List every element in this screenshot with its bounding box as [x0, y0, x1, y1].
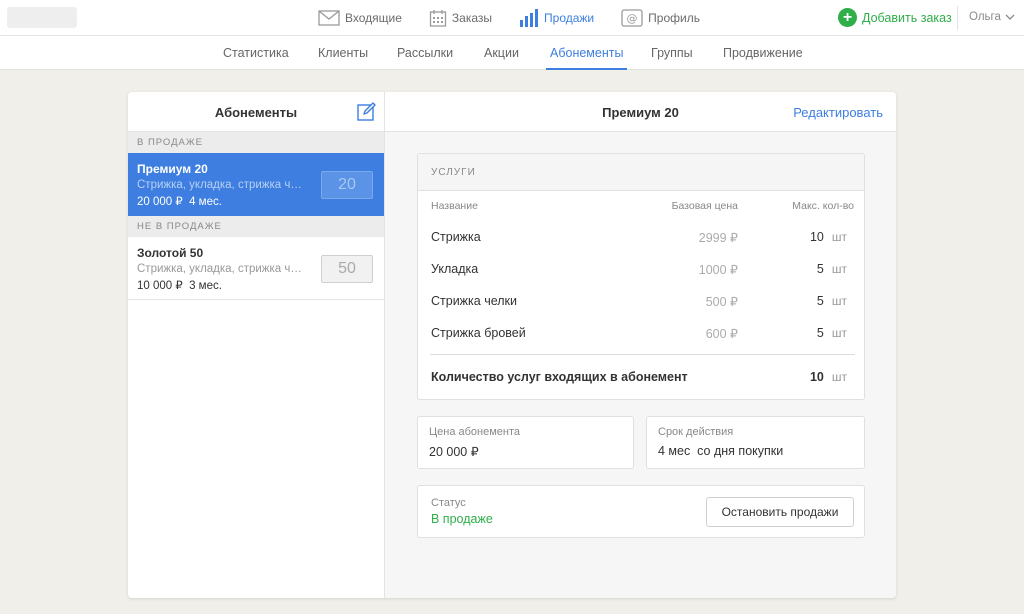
svg-text:@: @	[627, 12, 638, 25]
at-profile-icon: @	[621, 9, 643, 27]
service-qty-cell: 5 шт	[802, 294, 847, 308]
service-qty-cell: 5 шт	[802, 326, 847, 340]
subscriptions-card: Абонементы В ПРОДАЖЕ Премиум 20 Стрижка,…	[128, 92, 896, 598]
tab-groups[interactable]: Группы	[651, 36, 693, 70]
calendar-icon	[429, 10, 447, 27]
column-header-name: Название	[431, 200, 478, 212]
nav-item-inbox[interactable]: Входящие	[318, 10, 402, 26]
service-qty: 5	[816, 262, 824, 276]
stop-sales-button[interactable]: Остановить продажи	[706, 497, 854, 527]
nav-item-profile[interactable]: @ Профиль	[621, 9, 700, 27]
service-qty: 10	[809, 230, 824, 244]
nav-item-label: Профиль	[648, 11, 700, 25]
subscription-detail: Премиум 20 Редактировать УСЛУГИ Название…	[385, 92, 896, 598]
plan-count-badge: 20	[321, 171, 373, 199]
total-unit: шт	[831, 370, 847, 384]
nav-item-label: Продажи	[544, 11, 595, 25]
plan-duration: 3 мес.	[189, 280, 222, 292]
service-name: Стрижка бровей	[431, 326, 526, 340]
bar-chart-icon	[520, 9, 539, 27]
main-nav: Входящие Заказы Продажи @ Профиль	[318, 0, 727, 36]
edit-link[interactable]: Редактировать	[793, 105, 883, 120]
total-qty: 10	[809, 370, 824, 384]
plan-price: 20 000 ₽	[137, 196, 183, 208]
column-header-price: Базовая цена	[671, 200, 738, 212]
column-header-max: Макс. кол-во	[792, 200, 854, 212]
services-header: УСЛУГИ	[418, 154, 864, 191]
term-field-label: Срок действия	[658, 426, 734, 438]
nav-item-label: Входящие	[345, 11, 402, 25]
service-price: 1000 ₽	[698, 263, 738, 277]
plan-count-badge: 50	[321, 255, 373, 283]
user-menu[interactable]: Ольга	[969, 11, 1015, 23]
service-unit: шт	[831, 294, 847, 308]
divider	[957, 6, 958, 30]
logo-placeholder[interactable]	[7, 7, 77, 28]
list-title: Абонементы	[214, 105, 298, 120]
group-label-on-sale: В ПРОДАЖЕ	[128, 132, 384, 153]
term-field: Срок действия 4 мес со дня покупки	[646, 416, 865, 469]
service-unit: шт	[831, 326, 847, 340]
plan-price: 10 000 ₽	[137, 280, 183, 292]
service-qty: 5	[816, 294, 824, 308]
envelope-icon	[318, 10, 340, 26]
plan-description: Стрижка, укладка, стрижка челки, стрижка…	[137, 179, 305, 191]
top-bar: Входящие Заказы Продажи @ Профиль + Доба…	[0, 0, 1024, 36]
divider	[430, 354, 855, 355]
nav-item-label: Заказы	[451, 11, 493, 25]
status-label: Статус	[431, 497, 466, 509]
service-price: 600 ₽	[705, 327, 738, 341]
service-unit: шт	[831, 262, 847, 276]
chevron-down-icon	[1005, 14, 1015, 20]
service-name: Стрижка	[431, 230, 481, 244]
plus-circle-icon: +	[838, 8, 857, 27]
tab-statistics[interactable]: Статистика	[223, 36, 289, 70]
sub-nav: Статистика Клиенты Рассылки Акции Абонем…	[0, 36, 1024, 70]
service-qty: 5	[816, 326, 824, 340]
list-item[interactable]: Золотой 50 Стрижка, укладка, стрижка чел…	[128, 237, 384, 300]
price-field: Цена абонемента 20 000 ₽	[417, 416, 634, 469]
service-price: 2999 ₽	[698, 231, 738, 245]
service-price: 500 ₽	[705, 295, 738, 309]
tab-subscriptions[interactable]: Абонементы	[545, 36, 628, 70]
tab-clients[interactable]: Клиенты	[318, 36, 368, 70]
subscriptions-list: Абонементы В ПРОДАЖЕ Премиум 20 Стрижка,…	[128, 92, 385, 598]
service-qty-cell: 5 шт	[802, 262, 847, 276]
tab-promotion[interactable]: Продвижение	[723, 36, 803, 70]
total-label: Количество услуг входящих в абонемент	[431, 370, 688, 384]
service-qty-cell: 10 шт	[802, 230, 847, 244]
nav-item-sales[interactable]: Продажи	[519, 9, 594, 27]
detail-header: Премиум 20 Редактировать	[385, 92, 896, 132]
service-name: Укладка	[431, 262, 479, 276]
tab-promotions[interactable]: Акции	[484, 36, 519, 70]
add-order-button[interactable]: + Добавить заказ	[838, 8, 952, 27]
price-field-value: 20 000 ₽	[429, 445, 479, 459]
compose-icon[interactable]	[357, 102, 376, 121]
plan-description: Стрижка, укладка, стрижка челки, стрижка…	[137, 263, 305, 275]
group-label-not-on-sale: НЕ В ПРОДАЖЕ	[128, 216, 384, 237]
status-value: В продаже	[431, 512, 493, 526]
price-field-label: Цена абонемента	[429, 426, 521, 438]
plan-duration: 4 мес.	[189, 196, 222, 208]
tab-mailings[interactable]: Рассылки	[397, 36, 453, 70]
service-unit: шт	[831, 230, 847, 244]
status-panel: Статус В продаже Остановить продажи	[417, 485, 865, 538]
add-order-label: Добавить заказ	[862, 10, 952, 25]
user-name: Ольга	[969, 11, 1001, 23]
total-qty-cell: 10 шт	[802, 370, 847, 384]
nav-item-orders[interactable]: Заказы	[429, 9, 492, 27]
list-item[interactable]: Премиум 20 Стрижка, укладка, стрижка чел…	[128, 153, 384, 216]
term-field-value: 4 мес со дня покупки	[658, 444, 784, 458]
services-table: УСЛУГИ Название Базовая цена Макс. кол-в…	[417, 153, 865, 400]
service-name: Стрижка челки	[431, 294, 518, 308]
list-header: Абонементы	[128, 92, 384, 132]
